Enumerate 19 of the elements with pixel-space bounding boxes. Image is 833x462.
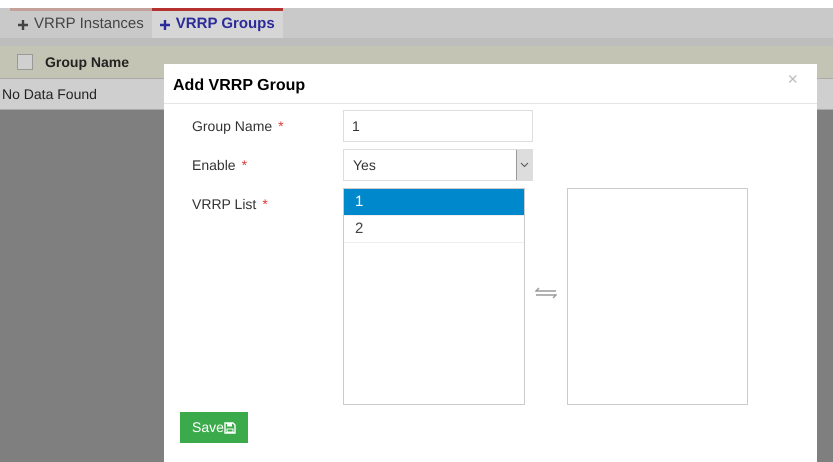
transfer-arrows-icon[interactable] (535, 287, 557, 299)
dialog-title: Add VRRP Group (173, 76, 306, 96)
required-mark: * (278, 117, 284, 136)
field-label: Group Name (192, 117, 272, 136)
group-name-field[interactable]: 1 (343, 110, 533, 142)
field-label: Enable (192, 156, 236, 175)
plus-icon (160, 20, 170, 30)
required-mark: * (262, 195, 268, 214)
list-item[interactable]: 1 (344, 189, 524, 216)
enable-dropdown[interactable]: Yes (343, 149, 533, 181)
field-label: VRRP List (192, 195, 256, 214)
header-checkbox[interactable] (17, 54, 33, 70)
tab[interactable]: VRRP Groups (152, 8, 283, 38)
plus-icon (18, 20, 28, 30)
list-item[interactable]: 2 (344, 216, 524, 243)
column-header: Group Name (45, 52, 130, 72)
chevron-down-icon (516, 150, 532, 180)
empty-message: No Data Found (2, 84, 97, 104)
required-mark: * (242, 156, 248, 175)
